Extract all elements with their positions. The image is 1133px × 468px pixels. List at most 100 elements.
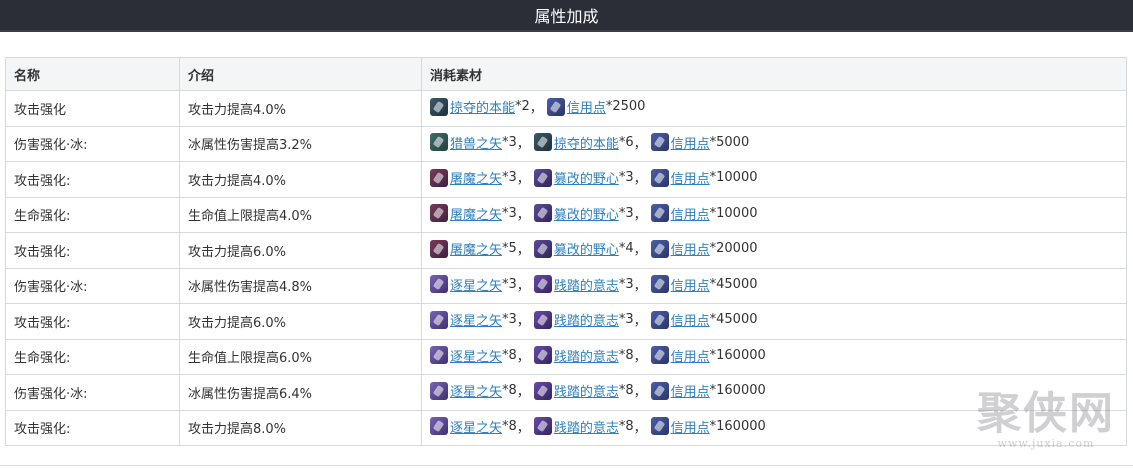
credit-icon[interactable] — [546, 97, 565, 116]
material-link[interactable]: 践踏的意志 — [554, 310, 619, 329]
usurped-ambition-icon[interactable] — [533, 204, 552, 222]
credit-icon[interactable] — [650, 381, 669, 400]
material-link[interactable]: 信用点 — [671, 310, 710, 329]
material-link[interactable]: 篡改的野心 — [554, 168, 619, 187]
material-link[interactable]: 篡改的野心 — [554, 239, 619, 258]
credit-icon[interactable] — [650, 239, 669, 258]
material-link[interactable]: 逐星之矢 — [450, 417, 502, 436]
plunder-instinct-icon[interactable] — [533, 133, 552, 151]
material-link[interactable]: 屠魔之矢 — [450, 204, 502, 223]
demon-slayer-arrow-icon[interactable] — [430, 239, 448, 258]
row-name-cell: 攻击强化: — [5, 409, 180, 446]
plunder-instinct-icon[interactable] — [430, 97, 448, 116]
material-item: 掠夺的本能 *6， — [533, 133, 651, 152]
material-quantity: *3 — [618, 170, 634, 185]
row-name-cell: 攻击强化: — [5, 161, 180, 198]
material-separator: ， — [516, 385, 530, 400]
material-link[interactable]: 信用点 — [671, 168, 710, 187]
material-separator: ， — [633, 385, 647, 400]
material-link[interactable]: 信用点 — [671, 275, 710, 294]
material-link[interactable]: 信用点 — [671, 381, 710, 400]
header-name: 名称 — [5, 57, 180, 91]
credit-icon[interactable] — [650, 346, 669, 364]
usurped-ambition-icon[interactable] — [533, 168, 552, 187]
trampled-will-icon[interactable] — [533, 381, 552, 400]
demon-slayer-arrow-icon[interactable] — [430, 168, 448, 187]
table-body: 攻击强化 攻击力提高4.0% 掠夺的本能 *2，信用点 *2500 伤害强化·冰: 冰属性伤… — [5, 90, 1127, 446]
material-link[interactable]: 逐星之矢 — [450, 275, 502, 294]
material-quantity: *8 — [618, 347, 634, 363]
star-chaser-arrow-icon[interactable] — [430, 275, 448, 293]
row-materials-cell: 逐星之矢 *8，践踏的意志 *8，信用点 *160000 — [421, 338, 1127, 375]
hunter-arrow-icon[interactable] — [430, 133, 448, 151]
material-link[interactable]: 践踏的意志 — [554, 275, 619, 294]
material-link[interactable]: 信用点 — [671, 417, 710, 436]
table-row: 伤害强化·冰: 冰属性伤害提高4.8% 逐星之矢 *3，践踏的意志 *3，信用点 *450… — [5, 267, 1127, 304]
material-link[interactable]: 信用点 — [671, 204, 710, 223]
row-name-cell: 伤害强化·冰: — [5, 125, 180, 162]
table-row: 攻击强化 攻击力提高4.0% 掠夺的本能 *2，信用点 *2500 — [5, 90, 1127, 127]
material-link[interactable]: 信用点 — [671, 346, 710, 365]
trampled-will-icon[interactable] — [533, 417, 552, 435]
trampled-will-icon[interactable] — [533, 346, 552, 364]
star-chaser-arrow-icon[interactable] — [430, 417, 448, 435]
material-separator: ， — [516, 207, 530, 223]
material-item: 逐星之矢 *3， — [430, 310, 534, 329]
trampled-will-icon[interactable] — [533, 275, 552, 293]
material-link[interactable]: 逐星之矢 — [450, 346, 502, 365]
material-item: 逐星之矢 *8， — [430, 381, 534, 400]
credit-icon[interactable] — [650, 133, 669, 151]
material-link[interactable]: 篡改的野心 — [554, 204, 619, 223]
material-link[interactable]: 信用点 — [567, 97, 606, 116]
material-quantity: *8 — [502, 383, 517, 398]
row-materials-cell: 掠夺的本能 *2，信用点 *2500 — [421, 90, 1127, 127]
material-quantity: *2500 — [605, 99, 646, 114]
row-materials-cell: 逐星之矢 *3，践踏的意志 *3，信用点 *45000 — [421, 303, 1127, 340]
material-item: 信用点 *160000 — [650, 417, 766, 436]
material-item: 信用点 *45000 — [650, 310, 758, 329]
row-name-cell: 伤害强化·冰: — [5, 267, 180, 304]
star-chaser-arrow-icon[interactable] — [430, 346, 448, 364]
table-row: 伤害强化·冰: 冰属性伤害提高6.4% 逐星之矢 *8，践踏的意志 *8，信用点 *160… — [5, 374, 1127, 411]
bottom-divider — [0, 465, 1133, 466]
material-link[interactable]: 践踏的意志 — [554, 381, 619, 400]
material-item: 篡改的野心 *3， — [533, 204, 651, 223]
credit-icon[interactable] — [650, 204, 669, 222]
credit-icon[interactable] — [650, 417, 669, 435]
material-item: 信用点 *20000 — [650, 239, 758, 258]
demon-slayer-arrow-icon[interactable] — [430, 204, 448, 222]
credit-icon[interactable] — [650, 275, 669, 293]
material-link[interactable]: 践踏的意志 — [554, 417, 619, 436]
trampled-will-icon[interactable] — [533, 310, 552, 329]
material-link[interactable]: 屠魔之矢 — [450, 239, 502, 258]
material-link[interactable]: 猎兽之矢 — [450, 133, 502, 152]
material-quantity: *8 — [502, 418, 517, 434]
material-link[interactable]: 掠夺的本能 — [554, 133, 619, 152]
star-chaser-arrow-icon[interactable] — [430, 381, 448, 400]
material-link[interactable]: 信用点 — [671, 133, 710, 152]
star-chaser-arrow-icon[interactable] — [430, 310, 448, 329]
row-materials-cell: 屠魔之矢 *5，篡改的野心 *4，信用点 *20000 — [421, 232, 1127, 269]
section-title: 属性加成 — [534, 7, 599, 26]
material-quantity: *10000 — [709, 205, 758, 221]
material-item: 践踏的意志 *8， — [533, 381, 651, 400]
row-description-cell: 冰属性伤害提高6.4% — [179, 374, 422, 411]
material-item: 屠魔之矢 *5， — [430, 239, 534, 258]
row-description-cell: 生命值上限提高4.0% — [179, 196, 422, 233]
credit-icon[interactable] — [650, 310, 669, 329]
material-quantity: *6 — [618, 134, 634, 150]
material-link[interactable]: 逐星之矢 — [450, 381, 502, 400]
material-quantity: *3 — [502, 170, 517, 185]
material-link[interactable]: 屠魔之矢 — [450, 168, 502, 187]
material-quantity: *160000 — [709, 418, 766, 434]
material-link[interactable]: 践踏的意志 — [554, 346, 619, 365]
material-link[interactable]: 逐星之矢 — [450, 310, 502, 329]
material-separator: ， — [516, 278, 530, 294]
row-name-cell: 生命强化: — [5, 196, 180, 233]
material-quantity: *3 — [502, 276, 517, 292]
material-link[interactable]: 掠夺的本能 — [450, 97, 515, 116]
usurped-ambition-icon[interactable] — [533, 239, 552, 258]
material-quantity: *8 — [618, 383, 634, 398]
credit-icon[interactable] — [650, 168, 669, 187]
material-link[interactable]: 信用点 — [671, 239, 710, 258]
